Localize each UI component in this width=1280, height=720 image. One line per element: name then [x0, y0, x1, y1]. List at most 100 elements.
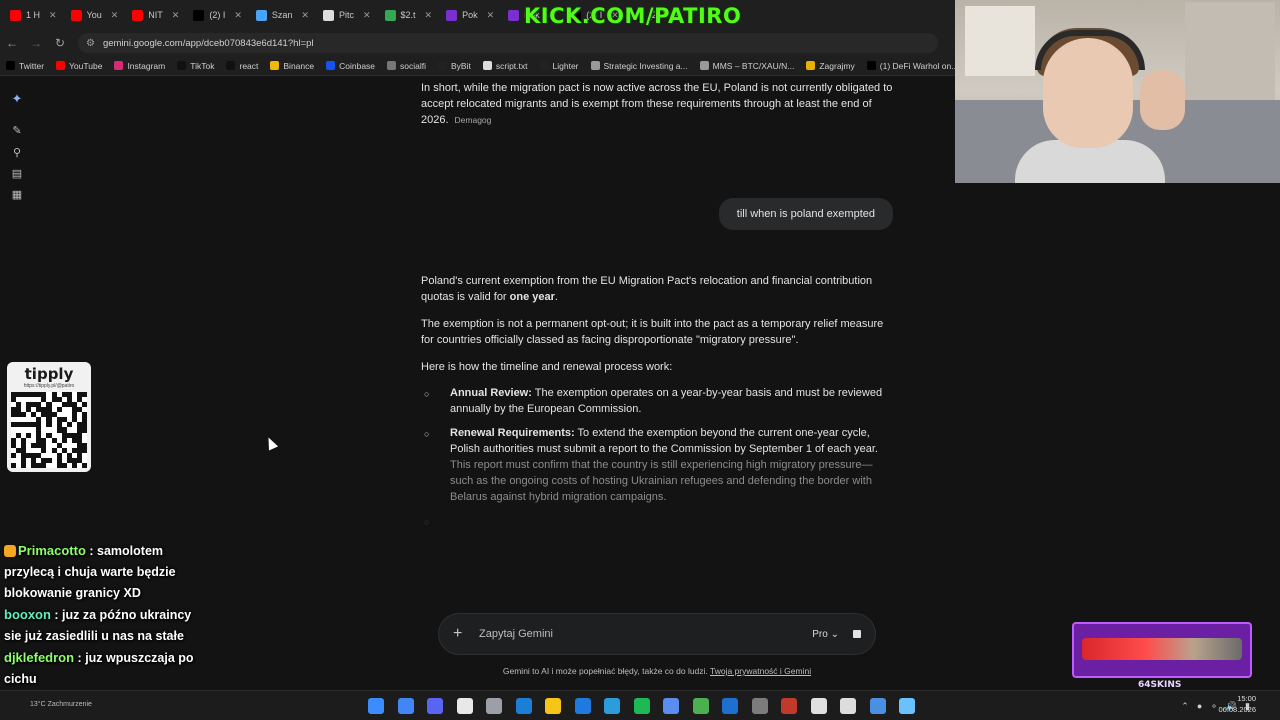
app-icon[interactable] — [840, 698, 856, 714]
tipply-qr-widget: tipply https://tipply.pl/@patiro — [7, 362, 91, 472]
tab-title: Pok — [462, 10, 478, 20]
response-p3-text: Here is how the timeline and renewal pro… — [421, 361, 673, 373]
wifi-icon[interactable]: ⚬ — [1210, 701, 1218, 712]
chat-username: djklefedron — [4, 650, 75, 665]
prompt-input-box[interactable]: + Zapytaj Gemini Pro ⌄ — [438, 613, 876, 655]
bookmark-favicon-icon — [6, 61, 15, 70]
bookmark-item[interactable]: Binance — [270, 61, 314, 71]
bookmark-item[interactable]: TikTok — [177, 61, 214, 71]
bookmark-item[interactable]: socialfi — [387, 61, 426, 71]
bookmarks-bar: Twitter YouTube Instagram TikTok react Binanc… — [0, 56, 955, 76]
apps-icon[interactable]: ▦ — [11, 189, 23, 201]
browser-tab[interactable]: Pok ✕ — [440, 4, 500, 26]
chrome-icon[interactable] — [397, 698, 414, 714]
response-p1-end: . — [554, 291, 558, 303]
webcam-feed — [955, 0, 1280, 183]
search-icon[interactable]: ⚲ — [11, 147, 23, 159]
reload-button[interactable]: ↻ — [48, 36, 72, 50]
bookmark-label: (1) DeFi Warhol on... — [879, 60, 955, 71]
model-selector[interactable]: Pro ⌄ — [812, 629, 839, 640]
gemini-logo-icon[interactable]: ✦ — [11, 92, 23, 105]
bookmark-item[interactable]: react — [226, 61, 258, 71]
minecraft-icon[interactable] — [692, 698, 709, 714]
discord-app-icon[interactable] — [663, 698, 679, 714]
bookmark-favicon-icon — [56, 61, 66, 70]
bookmark-item[interactable]: Lighter — [539, 61, 579, 71]
tab-close-icon[interactable]: ✕ — [172, 10, 180, 21]
bookmark-favicon-icon — [114, 61, 124, 70]
tab-close-icon[interactable]: ✕ — [487, 10, 495, 21]
previous-response-text: In short, while the migration pact is no… — [421, 82, 893, 126]
bookmark-item[interactable]: Twitter — [6, 61, 44, 71]
tab-title: (2) I — [209, 10, 226, 20]
new-chat-icon[interactable]: ✎ — [11, 125, 23, 137]
bookmark-item[interactable]: Zagrajmy — [806, 61, 855, 71]
bookmark-item[interactable]: MMS – BTC/XAU/N... — [699, 61, 794, 71]
bookmark-item[interactable]: (1) DeFi Warhol on... — [866, 60, 955, 71]
explorer-icon[interactable] — [545, 698, 561, 714]
qr-module — [81, 462, 87, 468]
disclaimer: Gemini to AI i może popełniać błędy, tak… — [438, 666, 876, 676]
app-icon[interactable] — [604, 698, 620, 714]
tab-close-icon[interactable]: ✕ — [425, 10, 433, 21]
source-chip[interactable]: Demagog — [455, 115, 492, 125]
bookmark-item[interactable]: Instagram — [114, 61, 165, 71]
bookmark-label: script.txt — [495, 60, 528, 71]
tab-strip: 1 H ✕ You ✕ NIT ✕ (2) I ✕ Szan ✕ Pitc ✕ $2.t ✕ Pok ✕ Pok… — [0, 0, 955, 30]
response-paragraph-3: Here is how the timeline and renewal pro… — [421, 359, 893, 375]
back-button[interactable]: ← — [0, 36, 24, 50]
tab-close-icon[interactable]: ✕ — [234, 10, 242, 21]
start-icon[interactable] — [368, 698, 384, 714]
app-icon[interactable] — [781, 698, 797, 714]
forward-button[interactable]: → — [24, 36, 48, 50]
browser-tab[interactable]: (2) I ✕ — [187, 4, 248, 26]
mic-icon[interactable]: ● — [1197, 701, 1202, 711]
discord-icon[interactable] — [427, 698, 443, 714]
browser-tab[interactable]: Szan ✕ — [250, 4, 315, 26]
steam-icon[interactable] — [515, 698, 532, 714]
taskbar-clock[interactable]: 15:00 06.08.2026 — [1218, 693, 1256, 715]
tab-favicon-icon — [255, 9, 267, 21]
tab-close-icon[interactable]: ✕ — [49, 10, 57, 21]
tab-title: NIT — [148, 10, 163, 20]
app-icon[interactable] — [751, 698, 768, 714]
app-icon[interactable] — [810, 698, 827, 714]
browser-tab[interactable]: $2.t ✕ — [379, 4, 439, 26]
prompt-input[interactable]: Zapytaj Gemini — [479, 628, 812, 640]
stop-generation-icon[interactable] — [853, 630, 861, 638]
notepad-icon[interactable] — [899, 698, 915, 714]
browser-tab[interactable]: Pitc ✕ — [317, 4, 377, 26]
obs-icon[interactable] — [456, 698, 473, 714]
stream-chat-overlay: Primacotto : samolotem przylecą i chuja … — [4, 540, 204, 690]
browser-tab[interactable]: 1 H ✕ — [4, 4, 63, 26]
tab-title: $2.t — [400, 10, 416, 20]
address-bar[interactable]: ⚙ gemini.google.com/app/dceb070843e6d141… — [78, 33, 938, 53]
crossover-icon[interactable] — [722, 698, 738, 714]
library-icon[interactable]: ▤ — [11, 168, 23, 180]
bookmark-item[interactable]: YouTube — [56, 61, 102, 71]
add-attachment-icon[interactable]: + — [453, 625, 469, 643]
site-info-icon[interactable]: ⚙ — [86, 38, 95, 49]
bookmark-item[interactable]: Strategic Investing a... — [590, 61, 688, 71]
tab-close-icon[interactable]: ✕ — [111, 10, 119, 21]
edge-icon[interactable] — [869, 698, 886, 714]
weather-temp: 13°C — [30, 701, 46, 708]
tab-favicon-icon — [508, 9, 520, 21]
bookmark-item[interactable]: ByBit — [438, 61, 471, 71]
browser-tab[interactable]: NIT ✕ — [126, 4, 185, 26]
chat-username: booxon — [4, 607, 51, 622]
settings-icon[interactable] — [486, 698, 502, 714]
tab-close-icon[interactable]: ✕ — [301, 10, 309, 21]
bookmark-favicon-icon — [387, 61, 397, 70]
spotify-icon[interactable] — [633, 698, 650, 714]
bookmark-favicon-icon — [326, 61, 336, 70]
weather-widget[interactable]: 13°C Zachmurzenie — [30, 701, 92, 708]
ccleaner-icon[interactable] — [574, 698, 591, 714]
bookmark-item[interactable]: Coinbase — [326, 61, 375, 71]
bookmark-item[interactable]: script.txt — [482, 60, 528, 71]
browser-tab[interactable]: You ✕ — [65, 4, 125, 26]
privacy-link[interactable]: Twoja prywatność i Gemini — [710, 666, 811, 676]
tab-close-icon[interactable]: ✕ — [363, 10, 371, 21]
bullet-circle-icon: ○ — [424, 429, 430, 439]
tray-chevron-icon[interactable]: ⌃ — [1181, 701, 1189, 712]
